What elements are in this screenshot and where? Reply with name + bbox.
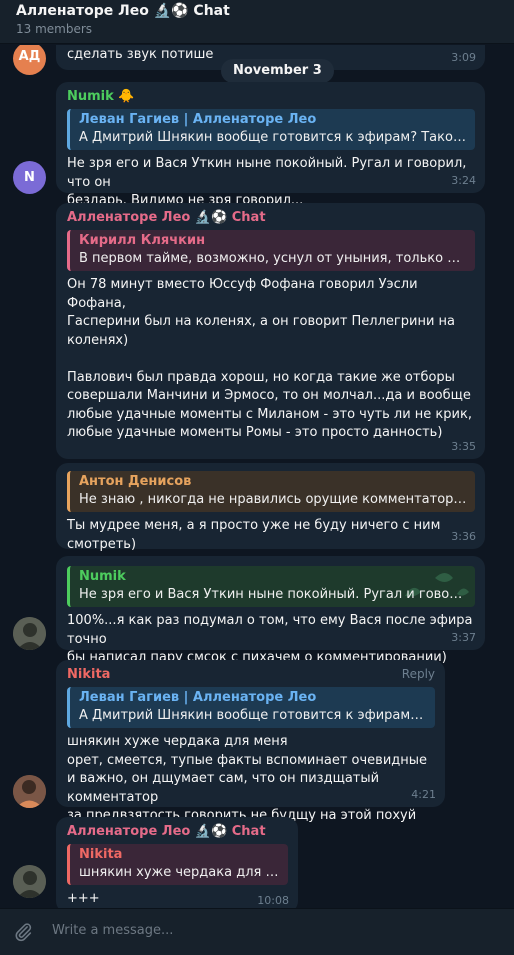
reply-quote[interactable]: Numik Не зря его и Вася Уткин ныне покой… (67, 566, 475, 607)
message-bubble[interactable]: Алленаторе Лео 🔬⚽ Chat Nikita шнякин хуж… (56, 817, 298, 908)
message-text: +++ (67, 891, 100, 906)
reply-author: Леван Гагиев | Алленаторе Лео (79, 112, 317, 127)
paperclip-icon[interactable] (12, 920, 34, 944)
avatar-initials: N (24, 170, 35, 185)
avatar[interactable]: АД (13, 45, 46, 75)
sender-name[interactable]: Алленаторе Лео 🔬⚽ Chat (67, 209, 475, 229)
avatar-photo-icon (13, 865, 46, 898)
message-bubble[interactable]: Numik Не зря его и Вася Уткин ныне покой… (56, 556, 485, 665)
reply-author: Nikita (79, 847, 123, 862)
message-list[interactable]: сделать звук потише 3:09 АД November 3 N… (0, 45, 514, 908)
reply-text: А Дмитрий Шнякин вообще готовится к эфир… (79, 708, 427, 723)
sender-name[interactable]: Алленаторе Лео 🔬⚽ Chat (67, 823, 288, 843)
reply-text: Не знаю , никогда не нравились орущие ко… (79, 492, 467, 507)
message-bubble[interactable]: Алленаторе Лео 🔬⚽ Chat Кирилл Клячкин В … (56, 203, 485, 496)
avatar-initials: АД (18, 49, 41, 64)
avatar-photo-icon (13, 775, 46, 808)
message-composer: Write a message... (0, 908, 514, 955)
message-time: 3:35 (451, 439, 476, 453)
reply-button[interactable]: Reply (402, 665, 435, 684)
message-input[interactable]: Write a message... (52, 923, 173, 938)
reply-author: Леван Гагиев | Алленаторе Лео (79, 690, 317, 705)
reply-quote[interactable]: Леван Гагиев | Алленаторе Лео А Дмитрий … (67, 687, 435, 728)
chat-header[interactable]: Алленаторе Лео 🔬⚽ Chat 13 members (0, 0, 514, 44)
message-time: 10:08 (257, 893, 289, 907)
reply-quote[interactable]: Nikita шнякин хуже чердака для меня (67, 844, 288, 885)
date-divider: November 3 (221, 59, 334, 83)
reply-text: В первом тайме, возможно, уснул от уныни… (79, 251, 467, 266)
avatar-photo-icon (13, 617, 46, 650)
message-text: Ты мудрее меня, а я просто уже не буду н… (67, 518, 441, 552)
message-bubble[interactable]: Numik 🐥 Леван Гагиев | Алленаторе Лео А … (56, 82, 485, 208)
message-bubble[interactable]: Nikita Reply Леван Гагиев | Алленаторе Л… (56, 660, 445, 823)
message-time: 4:21 (411, 787, 436, 801)
sender-name[interactable]: Numik 🐥 (67, 88, 475, 108)
reply-author: Антон Денисов (79, 474, 192, 489)
message-time: 3:09 (451, 50, 476, 64)
reply-text: Не зря его и Вася Уткин ныне покойный. Р… (79, 587, 467, 602)
reply-author: Кирилл Клячкин (79, 233, 206, 248)
sender-name[interactable]: Nikita (67, 666, 435, 686)
reply-text: шнякин хуже чердака для меня (79, 865, 280, 880)
avatar[interactable] (13, 865, 46, 898)
member-count: 13 members (16, 22, 93, 36)
chat-title: Алленаторе Лео 🔬⚽ Chat (16, 3, 230, 19)
message-time: 3:37 (451, 630, 476, 644)
reply-text: А Дмитрий Шнякин вообще готовится к эфир… (79, 130, 467, 145)
avatar[interactable] (13, 617, 46, 650)
reply-author: Numik (79, 569, 126, 584)
message-bubble[interactable]: Антон Денисов Не знаю , никогда не нрави… (56, 463, 485, 552)
avatar[interactable]: N (13, 161, 46, 194)
avatar[interactable] (13, 775, 46, 808)
message-time: 3:36 (451, 529, 476, 543)
reply-quote[interactable]: Кирилл Клячкин В первом тайме, возможно,… (67, 230, 475, 271)
message-time: 3:24 (451, 173, 476, 187)
reply-quote[interactable]: Антон Денисов Не знаю , никогда не нрави… (67, 471, 475, 512)
message-text: шнякин хуже чердака для меня орет, смеет… (67, 734, 428, 823)
reply-quote[interactable]: Леван Гагиев | Алленаторе Лео А Дмитрий … (67, 109, 475, 150)
